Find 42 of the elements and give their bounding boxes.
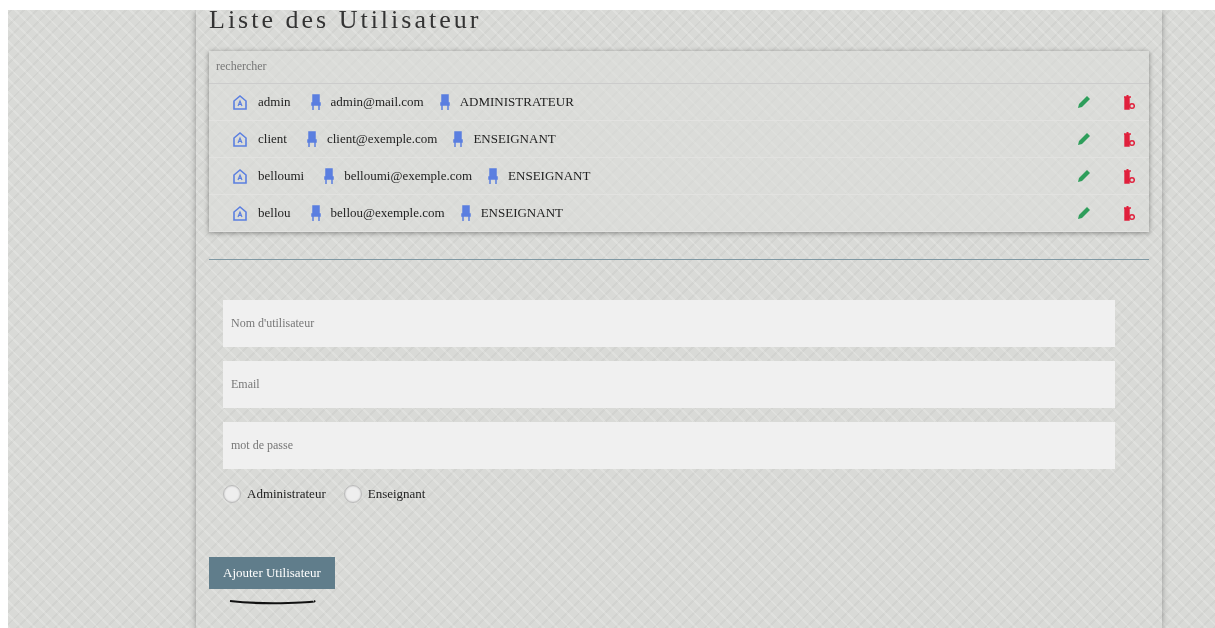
chair-icon — [488, 167, 499, 185]
user-role: ENSEIGNANT — [480, 205, 563, 221]
text-field[interactable]: mot de passe — [223, 422, 1115, 469]
chair-icon — [453, 130, 464, 148]
user-name: client — [258, 131, 287, 147]
page-title: Liste des Utilisateur — [209, 10, 483, 33]
house-icon — [232, 93, 248, 111]
radio-label: Enseignant — [367, 486, 426, 502]
text-field[interactable]: Email — [223, 361, 1115, 408]
radio-button[interactable] — [343, 485, 362, 503]
delete-icon[interactable] — [1123, 205, 1135, 221]
user-name: belloumi — [258, 168, 305, 184]
delete-icon[interactable] — [1123, 94, 1135, 110]
user-email: admin@mail.com — [330, 94, 424, 110]
delete-icon[interactable] — [1123, 131, 1135, 147]
radio-label: Administrateur — [247, 486, 326, 502]
house-icon — [232, 167, 248, 185]
user-email: belloumi@exemple.com — [344, 168, 473, 184]
add-user-button[interactable]: Ajouter Utilisateur — [209, 557, 335, 589]
user-name: bellou — [258, 205, 291, 221]
search-field[interactable]: rechercher — [209, 51, 1149, 84]
edit-icon[interactable] — [1077, 169, 1091, 183]
radio-button[interactable] — [223, 485, 241, 503]
house-icon — [232, 204, 248, 222]
house-icon — [232, 130, 248, 148]
user-email: bellou@exemple.com — [330, 205, 445, 221]
edit-icon[interactable] — [1077, 132, 1091, 146]
chair-icon — [310, 93, 321, 111]
text-field[interactable]: Nom d'utilisateur — [223, 300, 1115, 347]
user-name: admin — [258, 94, 291, 110]
edit-icon[interactable] — [1077, 95, 1091, 109]
chair-icon — [324, 167, 335, 185]
edit-icon[interactable] — [1077, 206, 1091, 220]
delete-icon[interactable] — [1123, 168, 1135, 184]
chair-icon — [306, 130, 317, 148]
user-email: client@exemple.com — [326, 131, 438, 147]
user-role: ENSEIGNANT — [473, 131, 556, 147]
user-role: ENSEIGNANT — [508, 168, 591, 184]
chair-icon — [439, 93, 450, 111]
chair-icon — [460, 204, 471, 222]
user-role: ADMINISTRATEUR — [459, 94, 574, 110]
chair-icon — [310, 204, 321, 222]
